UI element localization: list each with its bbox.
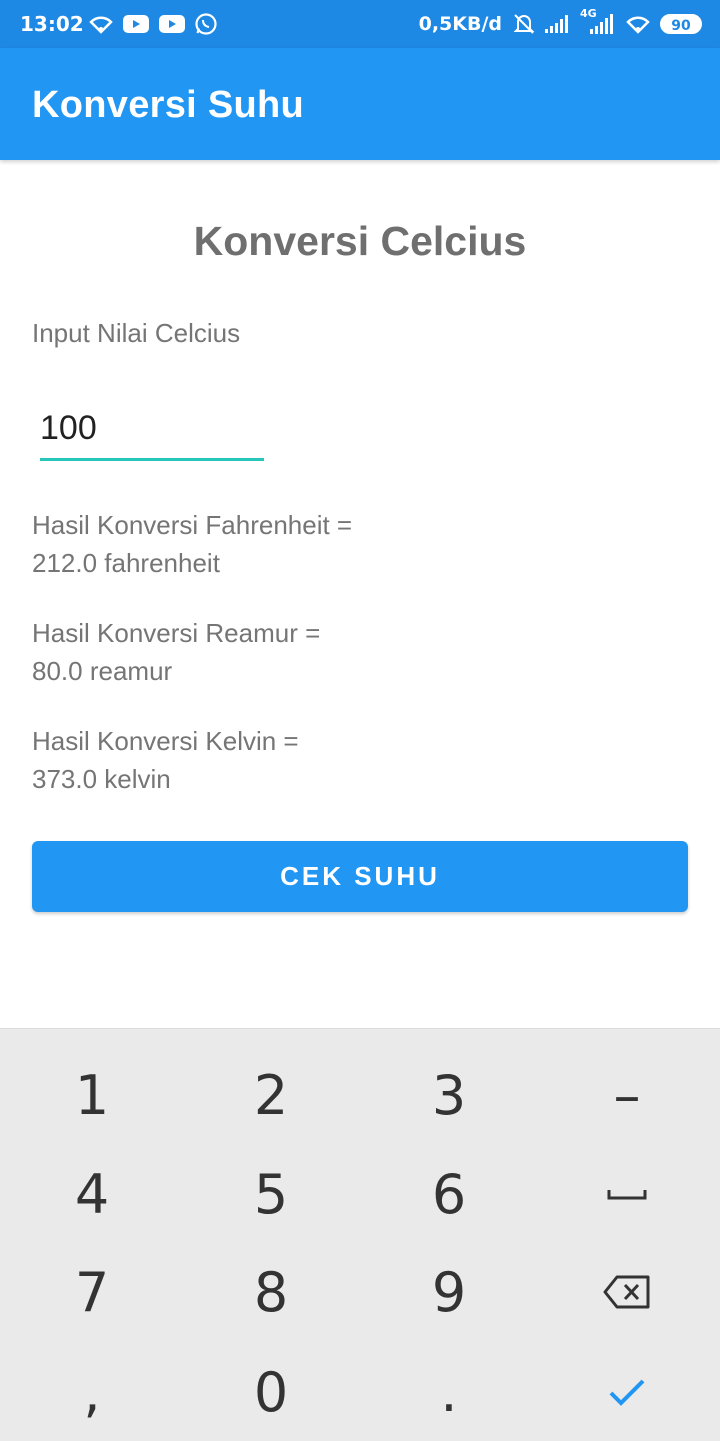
status-icons-left <box>88 12 218 36</box>
signal-icon <box>545 15 568 33</box>
key-minus[interactable]: – <box>537 1046 717 1144</box>
key-0[interactable]: 0 <box>181 1343 361 1441</box>
cek-suhu-button[interactable]: CEK SUHU <box>32 841 688 912</box>
result-reamur-value: 80.0 reamur <box>32 656 173 686</box>
result-fahrenheit-value: 212.0 fahrenheit <box>32 548 220 578</box>
key-1[interactable]: 1 <box>2 1046 182 1144</box>
page-heading: Konversi Celcius <box>193 218 527 264</box>
status-icons-right: 0,5KB/d 4G 90 <box>418 7 702 36</box>
celsius-input[interactable]: 100 <box>40 404 264 461</box>
backspace-icon <box>603 1275 650 1309</box>
key-2[interactable]: 2 <box>181 1046 361 1144</box>
key-comma[interactable]: , <box>2 1343 182 1441</box>
key-8[interactable]: 8 <box>181 1243 361 1341</box>
youtube-icon <box>159 15 185 33</box>
wifi-icon <box>89 16 113 34</box>
result-fahrenheit-label: Hasil Konversi Fahrenheit = <box>32 510 353 540</box>
space-icon <box>607 1190 647 1200</box>
alarm-off-icon <box>513 14 535 34</box>
key-3[interactable]: 3 <box>359 1046 539 1144</box>
status-time: 13:02 <box>20 12 84 36</box>
result-reamur-label: Hasil Konversi Reamur = <box>32 618 321 648</box>
key-period[interactable]: . <box>359 1343 539 1441</box>
key-done[interactable] <box>537 1343 717 1441</box>
key-4[interactable]: 4 <box>2 1145 182 1243</box>
key-backspace[interactable] <box>537 1243 717 1341</box>
result-reamur: Hasil Konversi Reamur = 80.0 reamur <box>32 614 320 690</box>
key-9[interactable]: 9 <box>359 1243 539 1341</box>
status-bar: 13:02 0,5KB/d 4G 90 <box>0 0 720 48</box>
result-fahrenheit: Hasil Konversi Fahrenheit = 212.0 fahren… <box>32 506 352 582</box>
input-label: Input Nilai Celcius <box>32 318 241 348</box>
result-kelvin-label: Hasil Konversi Kelvin = <box>32 726 299 756</box>
wifi-icon <box>626 16 650 34</box>
whatsapp-icon <box>195 13 217 35</box>
youtube-icon <box>123 15 149 33</box>
key-space[interactable] <box>537 1145 717 1243</box>
key-5[interactable]: 5 <box>181 1145 361 1243</box>
key-6[interactable]: 6 <box>359 1145 539 1243</box>
key-7[interactable]: 7 <box>2 1243 182 1341</box>
result-kelvin: Hasil Konversi Kelvin = 373.0 kelvin <box>32 722 299 798</box>
checkmark-icon <box>609 1379 645 1406</box>
result-kelvin-value: 373.0 kelvin <box>32 764 171 794</box>
signal-4g-icon: 4G <box>580 7 616 35</box>
app-title: Konversi Suhu <box>32 84 305 126</box>
app-bar: Konversi Suhu <box>0 48 720 160</box>
numeric-keyboard: 1 2 3 – 4 5 6 7 8 9 , 0 . <box>0 1028 720 1441</box>
net-speed: 0,5KB/d <box>418 13 502 35</box>
battery-icon: 90 <box>660 14 702 34</box>
